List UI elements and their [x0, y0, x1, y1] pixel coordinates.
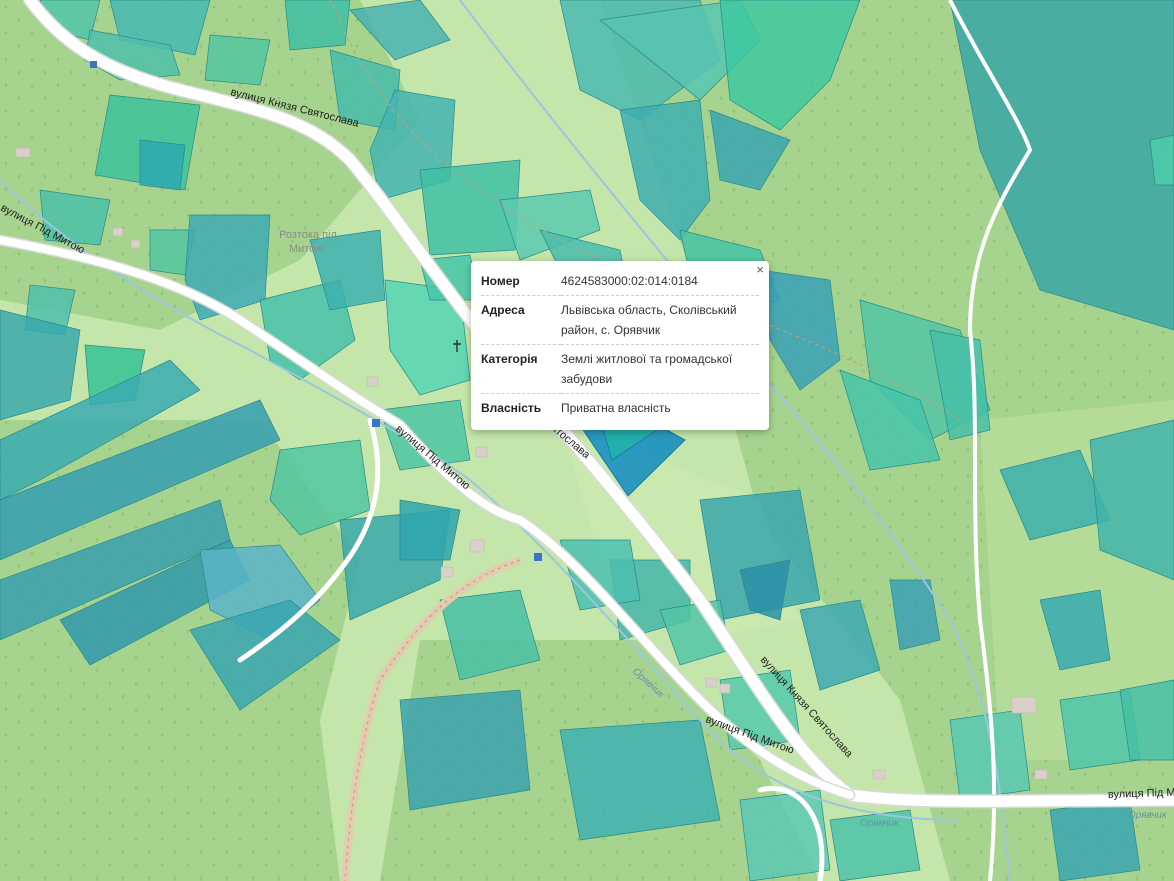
field-label-category: Категорія [481, 344, 561, 394]
parcel-info-table: Номер 4624583000:02:014:0184 Адреса Льві… [481, 267, 759, 422]
bus-stop-icon [372, 419, 380, 427]
parcel[interactable] [559, 719, 721, 841]
field-label-address: Адреса [481, 295, 561, 345]
bus-stop-icon [90, 61, 97, 68]
place-label: Розтока під [279, 229, 338, 241]
field-value-category: Землі житлової та громадської забудови [561, 344, 759, 394]
parcel[interactable] [1049, 799, 1141, 881]
parcel-info-popup: × Номер 4624583000:02:014:0184 Адреса Ль… [471, 261, 769, 430]
field-label-number: Номер [481, 267, 561, 296]
close-icon[interactable]: × [756, 263, 764, 277]
field-label-ownership: Власність [481, 401, 542, 415]
parcel[interactable] [739, 789, 831, 881]
road-label: вулиця Під Ми [1108, 786, 1174, 801]
field-value-ownership: Приватна власність [561, 401, 671, 415]
place-label: Митою [289, 243, 324, 255]
table-row: Номер 4624583000:02:014:0184 [481, 267, 759, 296]
parcel[interactable] [204, 34, 271, 86]
parcel[interactable] [284, 0, 351, 51]
table-row: Власність Приватна власність [481, 394, 759, 423]
parcel[interactable] [399, 689, 531, 811]
bus-stop-icon [534, 553, 542, 561]
field-value-number: 4624583000:02:014:0184 [561, 267, 759, 296]
parcel[interactable] [399, 499, 461, 561]
parcel[interactable] [1119, 679, 1174, 761]
stream-label: Орявчик [1128, 810, 1168, 821]
stream-label: Орявчик [860, 818, 900, 829]
parcel[interactable] [139, 139, 186, 191]
field-value-address: Львівська область, Сколівський район, с.… [561, 295, 759, 345]
map-canvas[interactable]: вулиця Князя Святослава вулиця Під Митою… [0, 0, 1174, 881]
table-row: Категорія Землі житлової та громадської … [481, 344, 759, 394]
table-row: Адреса Львівська область, Сколівський ра… [481, 295, 759, 345]
